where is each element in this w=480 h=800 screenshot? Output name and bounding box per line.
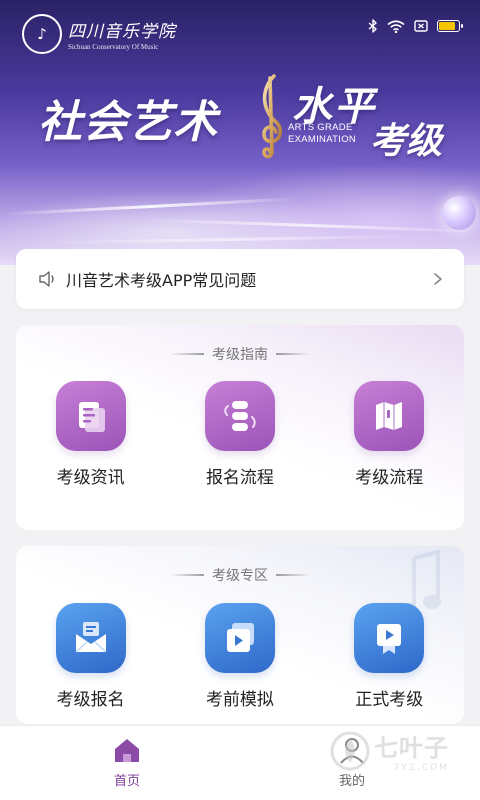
divider <box>276 353 310 355</box>
exam-process-button[interactable]: 考级流程 <box>315 381 464 488</box>
banner-title-en-line2: EXAMINATION <box>288 134 357 145</box>
battery-level-fill <box>439 22 456 30</box>
video-play-icon <box>204 603 275 673</box>
treble-clef-icon <box>262 74 283 159</box>
leaf-logo-icon <box>330 731 370 770</box>
badge-play-icon <box>354 603 425 673</box>
exam-process-label: 考级流程 <box>355 468 424 488</box>
banner-light-streak <box>40 234 420 245</box>
divider <box>170 574 204 576</box>
banner-title-en: ARTS GRADE EXAMINATION <box>288 122 356 146</box>
exam-guide-title: 考级指南 <box>212 347 268 363</box>
exam-signup-button[interactable]: 考级报名 <box>16 603 165 710</box>
divider <box>170 353 204 355</box>
home-icon <box>115 739 139 762</box>
watermark-en: 7YZ.COM <box>393 763 449 773</box>
school-logo: ♪ 四川音乐学院 Sichuan Conservatory Of Music <box>22 14 176 54</box>
watermark-cn: 七叶子 <box>374 734 449 762</box>
official-exam-label: 正式考级 <box>355 690 424 710</box>
banner-light-streak <box>0 197 300 216</box>
banner-title-right-bottom: 考级 <box>370 120 443 162</box>
section-title: 考级专区 <box>16 565 464 585</box>
mock-exam-button[interactable]: 考前模拟 <box>165 603 314 710</box>
banner-title-en-line1: ARTS GRADE <box>288 122 353 133</box>
exam-news-label: 考级资讯 <box>56 468 125 488</box>
exam-zone-card: 考级专区 考级报名 考前模拟 正式考级 <box>16 546 464 724</box>
speaker-icon <box>39 271 54 287</box>
banner-title-left: 社会艺术 <box>38 97 218 148</box>
wifi-icon <box>387 19 405 33</box>
battery-icon <box>437 20 463 32</box>
registration-flow-label: 报名流程 <box>205 468 274 488</box>
bluetooth-icon <box>368 19 377 33</box>
faq-notice-text: 川音艺术考级APP常见问题 <box>66 271 257 290</box>
status-bar <box>368 19 463 33</box>
sim-icon <box>414 20 428 32</box>
logo-cn-text: 四川音乐学院 <box>68 22 176 42</box>
registration-flow-button[interactable]: 报名流程 <box>165 381 314 488</box>
exam-news-button[interactable]: 考级资讯 <box>16 381 165 488</box>
exam-signup-label: 考级报名 <box>56 690 125 710</box>
official-exam-button[interactable]: 正式考级 <box>315 603 464 710</box>
nav-home-label: 首页 <box>113 774 140 789</box>
chevron-right-icon <box>434 273 442 285</box>
map-fold-icon <box>354 381 425 451</box>
divider <box>276 574 310 576</box>
faq-notice-bar[interactable]: 川音艺术考级APP常见问题 <box>16 249 464 309</box>
banner-light-streak <box>140 218 480 233</box>
logo-en-text: Sichuan Conservatory Of Music <box>68 43 159 51</box>
mock-exam-label: 考前模拟 <box>205 690 274 710</box>
section-title: 考级指南 <box>16 344 464 364</box>
logo-seal-icon: ♪ <box>22 14 62 54</box>
news-doc-icon <box>55 381 126 451</box>
site-watermark: 七叶子 7YZ.COM <box>330 728 449 773</box>
envelope-icon <box>55 603 126 673</box>
exam-guide-grid: 考级资讯 报名流程 考级流程 <box>16 381 464 488</box>
exam-zone-title: 考级专区 <box>212 568 268 584</box>
flow-stack-icon <box>204 381 275 451</box>
nav-home[interactable]: 首页 <box>87 736 167 789</box>
exam-guide-card: 考级指南 考级资讯 报名流程 考级流程 <box>16 325 464 530</box>
exam-zone-grid: 考级报名 考前模拟 正式考级 <box>16 603 464 710</box>
banner-orb-decoration <box>442 196 476 230</box>
header-banner: ♪ 四川音乐学院 Sichuan Conservatory Of Music 社… <box>0 0 480 265</box>
